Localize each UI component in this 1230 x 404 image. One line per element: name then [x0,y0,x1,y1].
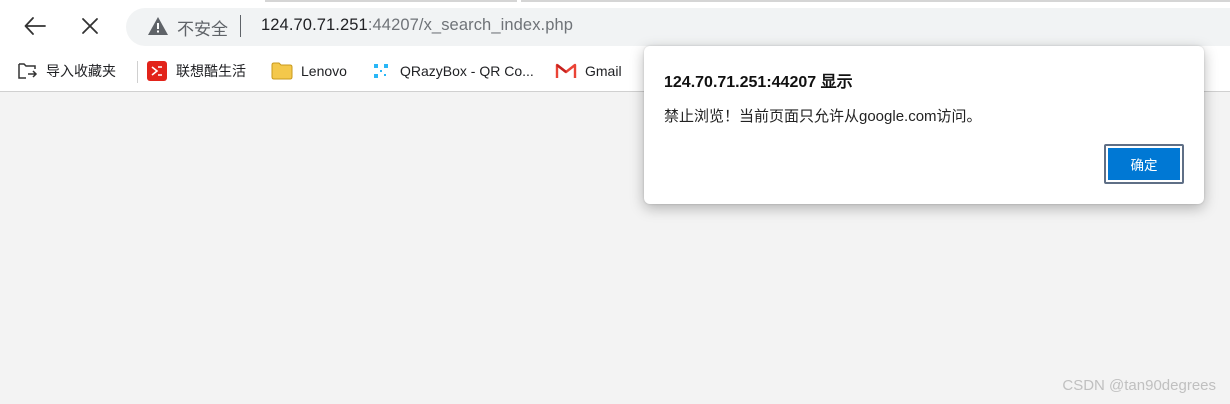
dialog-title: 124.70.71.251:44207 显示 [664,74,853,91]
alert-dialog: 124.70.71.251:44207 显示 禁止浏览！当前页面只允许从goog… [644,46,1204,204]
arrow-left-icon [24,17,46,35]
close-icon [82,18,98,34]
url-text[interactable]: 124.70.71.251:44207/x_search_index.php [261,16,573,35]
qr-icon [370,60,392,82]
tab-strip-edge [265,0,1230,2]
url-host: 124.70.71.251 [261,16,368,34]
ok-button-label: 确定 [1108,148,1180,180]
bookmark-gmail[interactable]: Gmail [555,58,622,84]
gmail-icon [555,60,577,82]
bookmarks-divider [137,61,138,83]
watermark: CSDN @tan90degrees [1062,377,1216,394]
ok-button[interactable]: 确定 [1104,144,1184,184]
browser-toolbar: 不安全 124.70.71.251:44207/x_search_index.p… [0,0,1230,52]
folder-icon [271,60,293,82]
lenovo-life-icon [146,60,168,82]
bookmark-label: Gmail [585,63,622,79]
bookmark-label: QRazyBox - QR Co... [400,63,534,79]
import-icon [16,60,38,82]
address-separator [240,15,241,37]
stop-loading-button[interactable] [73,10,107,42]
back-button[interactable] [18,10,52,42]
bookmark-lenovo-life[interactable]: 联想酷生活 [146,58,246,84]
bookmark-label: 联想酷生活 [176,63,246,79]
bookmark-import-favorites[interactable]: 导入收藏夹 [16,58,116,84]
bookmark-label: 导入收藏夹 [46,63,116,79]
dialog-message: 禁止浏览！当前页面只允许从google.com访问。 [664,108,982,125]
warning-icon[interactable] [147,16,169,40]
security-status-label[interactable]: 不安全 [177,15,228,40]
bookmark-lenovo-folder[interactable]: Lenovo [271,58,347,84]
url-path: :44207/x_search_index.php [367,16,574,34]
bookmark-label: Lenovo [301,63,347,79]
bookmark-qrazybox[interactable]: QRazyBox - QR Co... [370,58,534,84]
